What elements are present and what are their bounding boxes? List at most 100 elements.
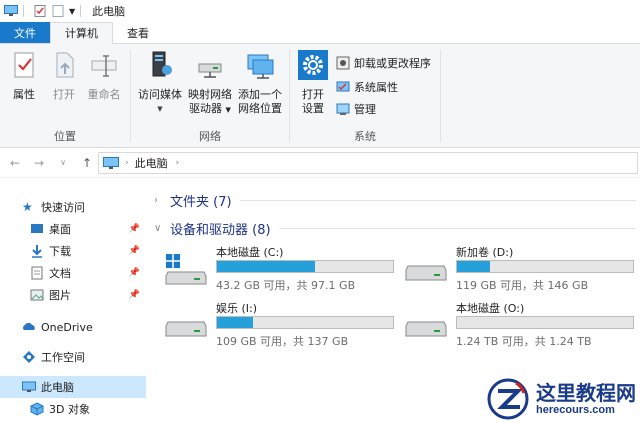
- nav-3d-objects[interactable]: 3D 对象: [0, 398, 146, 420]
- workspace-icon: [23, 351, 35, 363]
- breadcrumb-chevron-icon[interactable]: ›: [176, 158, 180, 168]
- pin-icon[interactable]: 📌: [129, 224, 140, 234]
- address-bar[interactable]: › 此电脑 ›: [98, 152, 638, 174]
- map-drive-label-text: 驱动器: [189, 102, 223, 115]
- watermark-url: herecours.com: [536, 404, 615, 416]
- open-button[interactable]: 打开: [48, 50, 80, 102]
- chevron-right-icon[interactable]: ›: [154, 195, 170, 206]
- tab-view[interactable]: 查看: [113, 22, 163, 43]
- open-settings-button[interactable]: 打开 设置: [296, 50, 330, 116]
- drive-i[interactable]: 娱乐 (I:) 109 GB 可用，共 137 GB: [150, 298, 394, 348]
- document-icon: [31, 266, 43, 280]
- nav-quick-access-label: 快速访问: [41, 201, 85, 214]
- ribbon-tabs: 文件 计算机 查看: [0, 22, 640, 44]
- title-bar: ▼ 此电脑: [0, 0, 640, 22]
- nav-onedrive[interactable]: OneDrive: [0, 316, 146, 338]
- divider: [23, 5, 24, 17]
- nav-onedrive-label: OneDrive: [41, 320, 93, 334]
- up-arrow-icon[interactable]: ↑: [78, 156, 96, 170]
- computer-icon: [4, 5, 18, 16]
- tab-file[interactable]: 文件: [0, 22, 50, 43]
- drive-usage-fill: [217, 317, 253, 328]
- hard-drive-icon: [165, 321, 207, 337]
- nav-quick-access[interactable]: ★ 快速访问: [0, 196, 146, 218]
- rename-button[interactable]: 重命名: [84, 50, 124, 102]
- nav-desktop-label: 桌面: [49, 223, 71, 236]
- forward-arrow-icon[interactable]: →: [30, 156, 48, 170]
- drive-name: 新加卷 (D:): [456, 246, 514, 259]
- nav-this-pc-label: 此电脑: [41, 381, 74, 394]
- nav-downloads-label: 下载: [49, 245, 71, 258]
- nav-documents[interactable]: 文档 📌: [0, 262, 146, 284]
- drive-usage-text: 119 GB 可用，共 146 GB: [456, 279, 589, 292]
- new-folder-quick-icon[interactable]: [51, 5, 65, 17]
- drive-c[interactable]: 本地磁盘 (C:) 43.2 GB 可用，共 97.1 GB: [150, 242, 394, 292]
- network-group-label: 网络: [199, 130, 221, 143]
- recent-locations-chevron-icon[interactable]: ∨: [54, 158, 72, 167]
- open-icon: [56, 52, 74, 78]
- rename-label: 重命名: [87, 88, 121, 101]
- back-arrow-icon[interactable]: ←: [6, 156, 24, 170]
- properties-icon: [14, 52, 34, 78]
- location-group-label: 位置: [54, 130, 76, 143]
- nav-downloads[interactable]: 下载 📌: [0, 240, 146, 262]
- folders-section-header[interactable]: › 文件夹 (7): [154, 190, 636, 210]
- map-drive-label-line2: 驱动器 ▼: [185, 102, 235, 117]
- drive-o[interactable]: 本地磁盘 (O:) 1.24 TB 可用，共 1.24 TB: [390, 298, 634, 348]
- access-media-label: 访问媒体: [138, 88, 182, 101]
- access-media-button[interactable]: 访问媒体 ▼: [135, 50, 185, 116]
- properties-button[interactable]: 属性: [6, 50, 42, 102]
- drive-usage-bar: [216, 260, 394, 273]
- breadcrumb-chevron-icon[interactable]: ›: [125, 158, 129, 168]
- dropdown-arrow-icon: ▼: [157, 105, 163, 113]
- open-settings-label-line1: 打开: [302, 88, 324, 101]
- properties-quick-icon[interactable]: [33, 5, 47, 17]
- nav-workspace[interactable]: 工作空间: [0, 346, 146, 368]
- properties-label: 属性: [13, 88, 35, 101]
- uninstall-label: 卸载或更改程序: [354, 57, 431, 70]
- drive-d[interactable]: 新加卷 (D:) 119 GB 可用，共 146 GB: [390, 242, 634, 292]
- divider: [278, 227, 636, 229]
- nav-desktop[interactable]: 桌面 📌: [0, 218, 146, 240]
- computer-icon: [22, 381, 36, 392]
- system-group: 打开 设置 卸载或更改程序 系统属性 管理 系统: [290, 44, 440, 148]
- drive-usage-bar: [456, 260, 634, 273]
- watermark-text: 这里教程网 herecours.com: [536, 382, 636, 416]
- add-network-location-button[interactable]: 添加一个 网络位置: [235, 50, 285, 116]
- system-properties-button[interactable]: 系统属性: [336, 78, 398, 96]
- chevron-down-icon[interactable]: ∨: [154, 223, 170, 234]
- pin-icon[interactable]: 📌: [129, 290, 140, 300]
- download-icon: [32, 245, 42, 258]
- gear-icon: [298, 50, 328, 80]
- drive-usage-bar: [216, 316, 394, 329]
- nav-workspace-label: 工作空间: [41, 351, 85, 364]
- pin-icon[interactable]: 📌: [129, 268, 140, 278]
- nav-pictures[interactable]: 图片 📌: [0, 284, 146, 306]
- breadcrumb-this-pc[interactable]: 此电脑: [135, 155, 168, 171]
- dropdown-arrow-icon: ▼: [225, 106, 231, 114]
- map-drive-button[interactable]: 映射网络 驱动器 ▼: [185, 50, 235, 117]
- cube-icon: [30, 402, 44, 416]
- site-logo-icon: [487, 378, 529, 420]
- pin-icon[interactable]: 📌: [129, 246, 140, 256]
- customize-quick-access-icon[interactable]: ▼: [69, 7, 75, 16]
- nav-pictures-label: 图片: [49, 289, 71, 302]
- add-location-label-line2: 网络位置: [238, 102, 282, 115]
- network-location-icon: [247, 54, 274, 79]
- devices-section-header[interactable]: ∨ 设备和驱动器 (8): [154, 218, 636, 238]
- network-drive-icon: [198, 63, 222, 78]
- manage-icon: [336, 103, 350, 115]
- watermark: 这里教程网 herecours.com: [486, 375, 640, 423]
- desktop-icon: [31, 224, 43, 233]
- drive-name: 本地磁盘 (C:): [216, 246, 284, 259]
- system-properties-label: 系统属性: [354, 81, 398, 94]
- manage-button[interactable]: 管理: [336, 100, 376, 118]
- watermark-title: 这里教程网: [536, 381, 636, 405]
- nav-this-pc[interactable]: 此电脑: [0, 376, 146, 398]
- uninstall-programs-button[interactable]: 卸载或更改程序: [336, 54, 431, 72]
- system-group-label: 系统: [354, 130, 376, 143]
- rename-icon: [91, 55, 117, 77]
- drive-usage-fill: [457, 261, 490, 272]
- tab-computer[interactable]: 计算机: [50, 22, 113, 44]
- star-icon: ★: [22, 200, 33, 214]
